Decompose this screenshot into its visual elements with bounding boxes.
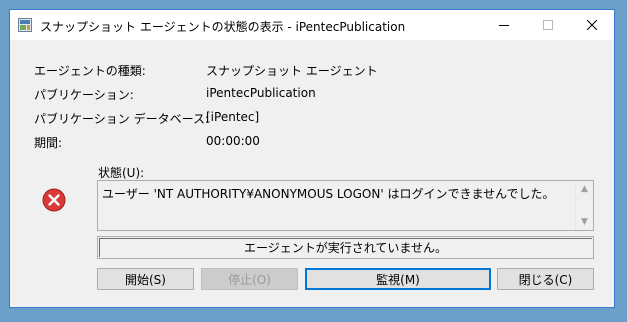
minimize-icon [499, 25, 509, 26]
app-icon [18, 18, 32, 32]
close-button[interactable]: 閉じる(C) [497, 268, 594, 290]
status-message-box[interactable]: ユーザー 'NT AUTHORITY¥ANONYMOUS LOGON' はログイ… [97, 180, 594, 231]
start-button[interactable]: 開始(S) [97, 268, 194, 290]
publication-database-value: [iPentec] [206, 110, 260, 124]
duration-label: 期間: [34, 136, 63, 150]
publication-value: iPentecPublication [206, 86, 316, 100]
maximize-button[interactable] [526, 10, 570, 40]
maximize-icon [543, 20, 553, 30]
agent-type-label: エージェントの種類: [34, 64, 146, 78]
agent-status-bar: エージェントが実行されていません。 [97, 236, 594, 259]
status-message: ユーザー 'NT AUTHORITY¥ANONYMOUS LOGON' はログイ… [102, 187, 555, 201]
close-window-button[interactable] [570, 10, 614, 40]
status-scrollbar[interactable]: ▲ ▼ [575, 181, 593, 230]
error-icon [42, 188, 66, 212]
dialog-window: スナップショット エージェントの状態の表示 - iPentecPublicati… [9, 9, 615, 308]
scroll-up-icon[interactable]: ▲ [576, 181, 593, 197]
stop-button[interactable]: 停止(O) [201, 268, 298, 290]
status-label: 状態(U): [98, 166, 145, 180]
duration-value: 00:00:00 [206, 134, 260, 148]
close-icon [587, 20, 597, 30]
minimize-button[interactable] [482, 10, 526, 40]
publication-label: パブリケーション: [34, 88, 134, 102]
monitor-button[interactable]: 監視(M) [305, 268, 491, 290]
publication-database-label: パブリケーション データベース: [34, 112, 210, 126]
window-title: スナップショット エージェントの状態の表示 - iPentecPublicati… [40, 20, 406, 34]
agent-status-text: エージェントが実行されていません。 [243, 241, 448, 255]
agent-type-value: スナップショット エージェント [206, 64, 378, 78]
title-bar[interactable]: スナップショット エージェントの状態の表示 - iPentecPublicati… [10, 10, 614, 40]
scroll-down-icon[interactable]: ▼ [576, 214, 593, 230]
